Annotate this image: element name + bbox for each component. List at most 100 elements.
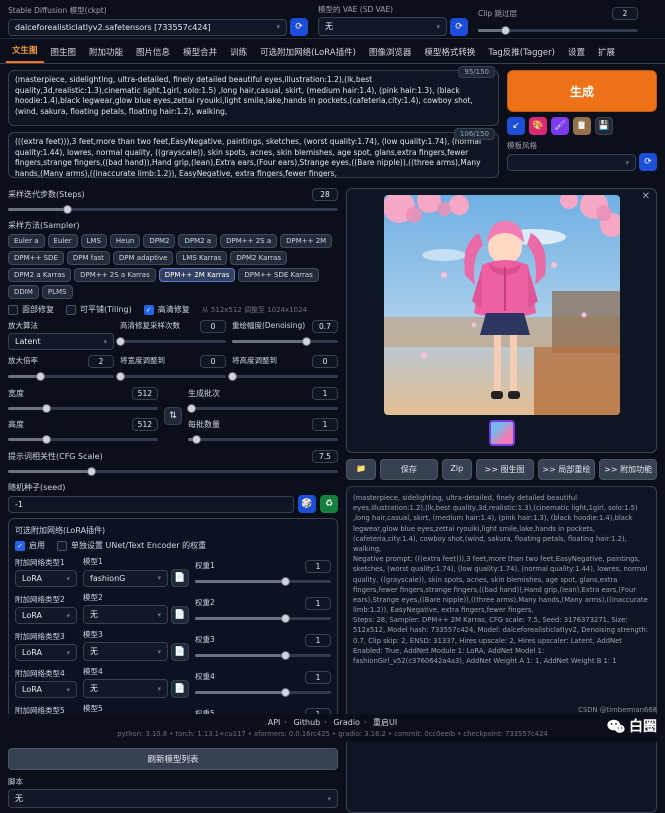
lora-separate-weights-checkbox[interactable]: 单独设置 UNet/Text Encoder 的权重 xyxy=(57,540,206,551)
styles-select[interactable]: ▾ xyxy=(507,154,636,171)
sampler-option[interactable]: DPM2 Karras xyxy=(230,251,287,265)
sampler-option[interactable]: Heun xyxy=(110,234,140,248)
lora-type-select[interactable]: LoRA▾ xyxy=(15,607,77,624)
seed-input[interactable]: -1 xyxy=(8,496,294,513)
hires-fix-checkbox[interactable]: ✓ 高清修复 xyxy=(144,304,190,315)
cfg-scale-slider[interactable] xyxy=(8,466,338,477)
lora-model-select[interactable]: 无▾ xyxy=(83,605,168,624)
cfg-scale-value[interactable]: 7.5 xyxy=(312,450,338,463)
sampler-option[interactable]: LMS xyxy=(81,234,107,248)
upscaler-select[interactable]: Latent ▾ xyxy=(8,333,114,350)
gallery-thumbnail[interactable] xyxy=(489,420,515,446)
lora-model-select[interactable]: fashionG▾ xyxy=(83,570,168,587)
height-value[interactable]: 512 xyxy=(132,418,158,431)
reuse-seed-recycle-icon[interactable]: ♻ xyxy=(320,495,338,513)
generate-button[interactable]: 生成 xyxy=(507,70,657,112)
resize-height-slider[interactable] xyxy=(232,371,338,382)
sampler-option[interactable]: DDIM xyxy=(8,285,39,299)
negative-prompt-input[interactable]: (((extra feet))),3 feet,more than two fe… xyxy=(8,132,499,178)
tab-image-browser[interactable]: 图像浏览器 xyxy=(363,41,418,63)
gradio-link[interactable]: Gradio xyxy=(333,718,360,727)
refresh-checkpoint-button[interactable]: ⟳ xyxy=(290,18,308,36)
sampler-option[interactable]: DPM++ 2S a xyxy=(220,234,277,248)
sampler-option[interactable]: LMS Karras xyxy=(176,251,227,265)
lora-enable-checkbox[interactable]: ✓ 启用 xyxy=(15,540,45,551)
denoise-slider[interactable] xyxy=(232,336,338,347)
restart-ui-link[interactable]: 重启UI xyxy=(373,718,397,727)
lora-weight-value[interactable]: 1 xyxy=(305,634,331,647)
sampler-option[interactable]: DPM adaptive xyxy=(113,251,173,265)
lora-type-select[interactable]: LoRA▾ xyxy=(15,570,77,587)
model-file-icon[interactable]: 📄 xyxy=(171,606,189,624)
vae-select[interactable]: 无 ▾ xyxy=(318,17,447,36)
brush-icon[interactable]: 🖌 xyxy=(551,117,569,135)
lora-weight-slider[interactable] xyxy=(195,613,331,624)
sampler-option[interactable]: DPM++ SDE xyxy=(8,251,64,265)
sampler-option[interactable]: DPM++ 2S a Karras xyxy=(74,268,156,282)
sampler-option[interactable]: DPM++ SDE Karras xyxy=(238,268,318,282)
lora-weight-value[interactable]: 1 xyxy=(305,597,331,610)
close-icon[interactable]: ✕ xyxy=(642,191,650,202)
resize-width-value[interactable]: 0 xyxy=(200,355,226,368)
tab-extensions[interactable]: 扩展 xyxy=(592,41,621,63)
sampler-option[interactable]: PLMS xyxy=(42,285,73,299)
random-seed-dice-icon[interactable]: 🎲 xyxy=(298,495,316,513)
model-file-icon[interactable]: 📄 xyxy=(171,680,189,698)
sampler-option[interactable]: DPM2 a xyxy=(178,234,217,248)
lora-weight-value[interactable]: 1 xyxy=(305,560,331,573)
tab-lora[interactable]: 可选附加网络(LoRA插件) xyxy=(254,41,362,63)
tab-img2img[interactable]: 图生图 xyxy=(45,41,83,63)
read-params-arrow-icon[interactable]: ↙ xyxy=(507,117,525,135)
tab-settings[interactable]: 设置 xyxy=(562,41,591,63)
refresh-styles-button[interactable]: ⟳ xyxy=(639,153,657,171)
width-value[interactable]: 512 xyxy=(132,387,158,400)
sampler-option[interactable]: Euler a xyxy=(8,234,45,248)
upscale-by-slider[interactable] xyxy=(8,371,114,382)
save-style-icon[interactable]: 💾 xyxy=(595,117,613,135)
model-file-icon[interactable]: 📄 xyxy=(171,643,189,661)
script-select[interactable]: 无 ▾ xyxy=(8,789,338,808)
zip-button[interactable]: Zip xyxy=(442,459,472,480)
lora-type-select[interactable]: LoRA▾ xyxy=(15,681,77,698)
batch-size-value[interactable]: 1 xyxy=(312,418,338,431)
positive-prompt-input[interactable]: (masterpiece, sidelighting, ultra-detail… xyxy=(8,70,499,126)
tab-txt2img[interactable]: 文生图 xyxy=(6,39,44,63)
width-slider[interactable] xyxy=(8,403,158,414)
batch-size-slider[interactable] xyxy=(188,434,338,445)
refresh-vae-button[interactable]: ⟳ xyxy=(450,18,468,36)
lora-weight-slider[interactable] xyxy=(195,576,331,587)
github-link[interactable]: Github xyxy=(293,718,320,727)
checkpoint-select[interactable]: dalceforealisticlatlyv2.safetensors [733… xyxy=(8,19,287,36)
lora-model-select[interactable]: 无▾ xyxy=(83,679,168,698)
lora-weight-slider[interactable] xyxy=(195,650,331,661)
lora-model-select[interactable]: 无▾ xyxy=(83,642,168,661)
hires-steps-value[interactable]: 0 xyxy=(200,320,226,333)
batch-count-slider[interactable] xyxy=(188,403,338,414)
clip-skip-slider[interactable] xyxy=(478,25,638,36)
upscale-by-value[interactable]: 2 xyxy=(88,355,114,368)
sampler-option-selected[interactable]: DPM++ 2M Karras xyxy=(159,268,236,282)
send-to-img2img-button[interactable]: >> 图生图 xyxy=(476,459,534,480)
clipboard-icon[interactable]: 📋 xyxy=(573,117,591,135)
lora-weight-value[interactable]: 1 xyxy=(305,671,331,684)
send-to-inpaint-button[interactable]: >> 局部重绘 xyxy=(538,459,596,480)
sampler-option[interactable]: DPM2 xyxy=(143,234,175,248)
sampler-option[interactable]: DPM++ 2M xyxy=(280,234,332,248)
open-folder-button[interactable]: 📁 xyxy=(346,459,376,480)
sampler-option[interactable]: DPM fast xyxy=(67,251,110,265)
palette-icon[interactable]: 🎨 xyxy=(529,117,547,135)
tab-model-converter[interactable]: 模型格式转换 xyxy=(418,41,481,63)
tab-png-info[interactable]: 图片信息 xyxy=(130,41,176,63)
model-file-icon[interactable]: 📄 xyxy=(171,569,189,587)
face-restore-checkbox[interactable]: 面部修复 xyxy=(8,304,54,315)
resize-height-value[interactable]: 0 xyxy=(312,355,338,368)
lora-weight-slider[interactable] xyxy=(195,687,331,698)
hires-steps-slider[interactable] xyxy=(120,336,226,347)
save-button[interactable]: 保存 xyxy=(380,459,438,480)
tab-extras[interactable]: 附加功能 xyxy=(83,41,129,63)
sampler-option[interactable]: Euler xyxy=(48,234,78,248)
resize-width-slider[interactable] xyxy=(120,371,226,382)
refresh-models-button[interactable]: 刷新模型列表 xyxy=(8,748,338,770)
tab-tagger[interactable]: Tag反推(Tagger) xyxy=(482,41,561,63)
tab-train[interactable]: 训练 xyxy=(224,41,253,63)
